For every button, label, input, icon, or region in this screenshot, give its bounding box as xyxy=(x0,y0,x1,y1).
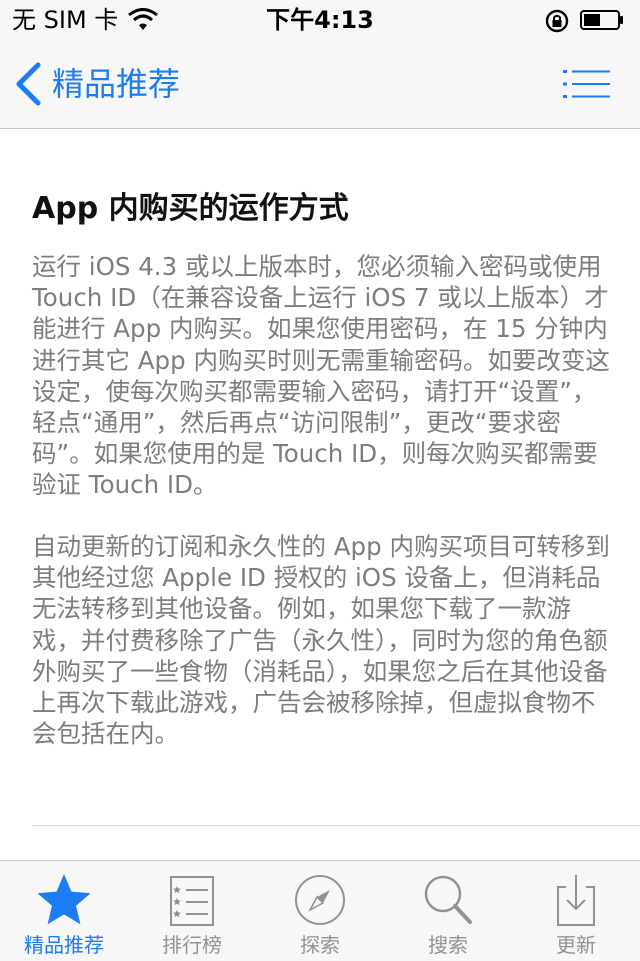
tab-top-charts[interactable]: 排行榜 xyxy=(128,861,256,961)
compass-icon xyxy=(295,875,345,925)
tab-featured[interactable]: 精品推荐 xyxy=(0,861,128,961)
chevron-left-icon xyxy=(16,62,41,106)
tab-search[interactable]: 搜索 xyxy=(384,861,512,961)
article-content: App 内购买的运作方式 运行 iOS 4.3 或以上版本时，您必须输入密码或使… xyxy=(0,129,640,860)
tab-label: 探索 xyxy=(300,933,340,957)
tab-label: 排行榜 xyxy=(162,933,222,957)
tab-explore[interactable]: 探索 xyxy=(256,861,384,961)
article-title: App 内购买的运作方式 xyxy=(32,191,349,226)
status-bar: 无 SIM 卡 下午4:13 xyxy=(0,0,640,40)
tab-label: 精品推荐 xyxy=(24,933,104,957)
tab-label: 搜索 xyxy=(428,933,468,957)
search-icon xyxy=(424,875,472,924)
navigation-bar: 精品推荐 xyxy=(0,40,640,129)
article-paragraph-1: 运行 iOS 4.3 或以上版本时，您必须输入密码或使用 Touch ID（在兼… xyxy=(32,252,610,500)
ranking-list-icon xyxy=(170,876,214,926)
tab-bar: 精品推荐 排行榜 探索 搜索 更新 xyxy=(0,860,640,961)
content-divider xyxy=(32,825,640,826)
rotation-lock-icon xyxy=(545,9,569,33)
list-icon[interactable] xyxy=(560,66,612,102)
download-tray-icon xyxy=(557,875,595,926)
battery-icon xyxy=(580,10,623,30)
back-button-label: 精品推荐 xyxy=(52,65,181,103)
back-button[interactable]: 精品推荐 xyxy=(14,60,180,108)
article-paragraph-2: 自动更新的订阅和永久性的 App 内购买项目可转移到其他经过您 Apple ID… xyxy=(32,532,610,749)
tab-label: 更新 xyxy=(556,933,596,957)
star-icon xyxy=(37,874,91,925)
tab-updates[interactable]: 更新 xyxy=(512,861,640,961)
